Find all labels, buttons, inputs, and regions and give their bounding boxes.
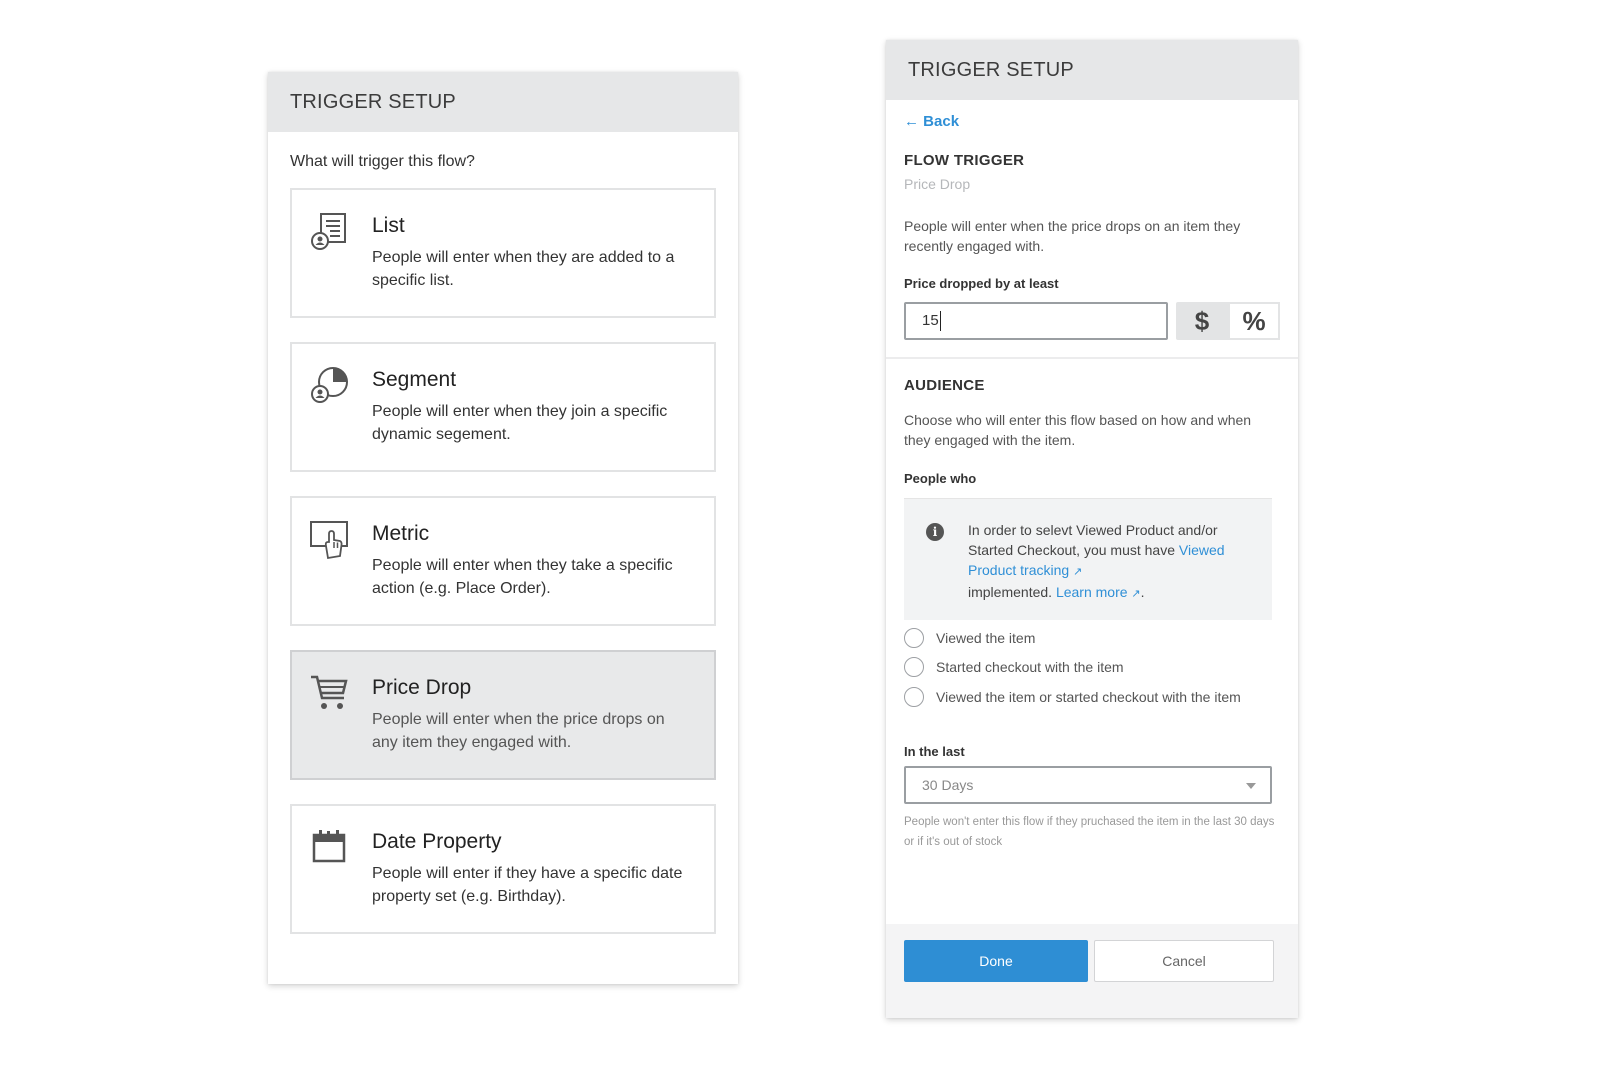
radio-button[interactable]	[904, 657, 924, 677]
price-dropped-label: Price dropped by at least	[904, 276, 1059, 291]
panel-footer: Done Cancel	[886, 924, 1298, 1018]
text-caret	[939, 311, 941, 332]
unit-toggle: $ %	[1176, 302, 1280, 340]
option-title: Segment	[372, 368, 457, 391]
help-text: People won't enter this flow if they pru…	[904, 816, 1275, 848]
calendar-icon	[312, 830, 346, 863]
learn-more-link[interactable]: Learn more ↗	[1056, 584, 1141, 600]
radio-label: Started checkout with the item	[936, 659, 1124, 675]
flow-trigger-value: Price Drop	[904, 176, 971, 192]
option-date-property[interactable]: Date Property People will enter if they …	[290, 804, 716, 934]
option-list[interactable]: List People will enter when they are add…	[290, 188, 716, 318]
flow-trigger-description: People will enter when the price drops o…	[904, 218, 1241, 254]
people-who-label: People who	[904, 471, 977, 486]
section-divider	[886, 357, 1298, 359]
info-text-part: .	[1140, 584, 1145, 600]
option-description: People will enter when they join a speci…	[372, 403, 668, 443]
back-label: Back	[923, 113, 960, 130]
chevron-down-icon	[1246, 783, 1256, 789]
radio-button[interactable]	[904, 628, 924, 648]
unit-dollar-button[interactable]: $	[1176, 302, 1228, 340]
option-price-drop[interactable]: Price Drop People will enter when the pr…	[290, 650, 716, 780]
in-the-last-label: In the last	[904, 744, 965, 759]
radio-label: Viewed the item or started checkout with…	[936, 689, 1241, 705]
option-metric[interactable]: Metric People will enter when they take …	[290, 496, 716, 626]
radio-label: Viewed the item	[936, 630, 1036, 646]
info-text: In order to selevt Viewed Product and/or…	[968, 520, 1258, 604]
info-icon: i	[926, 523, 944, 541]
arrow-left-icon: ←	[904, 113, 919, 130]
option-title: Price Drop	[372, 676, 472, 699]
price-drop-input[interactable]: 15	[904, 302, 1168, 340]
option-description: People will enter if they have a specifi…	[372, 865, 683, 905]
radio-button[interactable]	[904, 687, 924, 707]
panel-header: TRIGGER SETUP	[268, 72, 738, 132]
option-description: People will enter when the price drops o…	[372, 711, 665, 751]
panel-header: TRIGGER SETUP	[886, 40, 1298, 100]
unit-percent-button[interactable]: %	[1228, 302, 1280, 340]
option-segment[interactable]: Segment People will enter when they join…	[290, 342, 716, 472]
back-link[interactable]: ← Back	[904, 113, 959, 130]
flow-trigger-title: FLOW TRIGGER	[904, 152, 1025, 169]
price-drop-value: 15	[922, 312, 939, 329]
option-title: Date Property	[372, 830, 502, 853]
option-description: People will enter when they take a speci…	[372, 557, 673, 597]
trigger-config-panel: TRIGGER SETUP ← Back FLOW TRIGGER Price …	[886, 40, 1298, 1018]
cart-icon	[311, 675, 348, 709]
external-link-icon: ↗	[1131, 588, 1141, 600]
trigger-type-panel: TRIGGER SETUP What will trigger this flo…	[268, 72, 738, 984]
radio-viewed-item[interactable]: Viewed the item	[904, 628, 1256, 648]
radio-viewed-or-checkout[interactable]: Viewed the item or started checkout with…	[904, 687, 1256, 707]
segment-icon	[311, 367, 348, 403]
option-description: People will enter when they are added to…	[372, 249, 675, 289]
metric-icon	[310, 521, 348, 560]
done-button[interactable]: Done	[904, 940, 1088, 982]
audience-description: Choose who will enter this flow based on…	[904, 412, 1252, 448]
info-text-part: implemented.	[968, 584, 1056, 600]
list-icon	[311, 213, 346, 250]
option-title: List	[372, 214, 405, 237]
audience-title: AUDIENCE	[904, 377, 985, 394]
option-title: Metric	[372, 522, 430, 545]
cancel-button[interactable]: Cancel	[1094, 940, 1274, 982]
radio-started-checkout[interactable]: Started checkout with the item	[904, 657, 1256, 677]
link-label: Learn more	[1055, 584, 1128, 600]
time-window-select[interactable]: 30 Days	[904, 766, 1272, 804]
select-value: 30 Days	[922, 777, 974, 793]
trigger-question: What will trigger this flow?	[290, 153, 475, 170]
info-box: i In order to selevt Viewed Product and/…	[904, 498, 1272, 620]
external-link-icon: ↗	[1073, 566, 1083, 578]
